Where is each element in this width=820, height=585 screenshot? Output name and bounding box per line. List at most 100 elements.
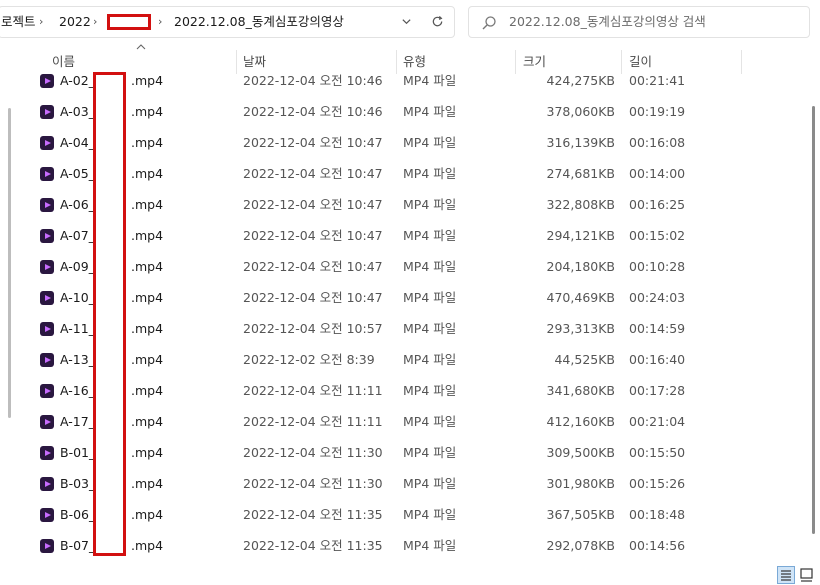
file-size: 301,980KB <box>546 476 615 491</box>
file-date: 2022-12-04 오전 11:30 <box>243 476 383 491</box>
search-box[interactable]: 2022.12.08_동계심포강의영상 검색 <box>468 6 810 38</box>
file-length: 00:14:59 <box>629 321 686 336</box>
file-name-extension: .mp4 <box>131 135 164 150</box>
redacted-file-names <box>93 72 126 556</box>
file-length: 00:15:02 <box>629 228 686 243</box>
file-length: 00:18:48 <box>629 507 686 522</box>
file-length: 00:15:50 <box>629 445 686 460</box>
details-view-button[interactable] <box>777 566 795 584</box>
mp4-video-icon <box>40 105 54 119</box>
file-date: 2022-12-04 오전 10:47 <box>243 135 383 150</box>
file-name-extension: .mp4 <box>131 290 164 305</box>
file-name-extension: .mp4 <box>131 383 164 398</box>
file-type: MP4 파일 <box>403 73 457 88</box>
mp4-video-icon <box>40 353 54 367</box>
breadcrumb-item-2022[interactable]: 2022 <box>59 7 91 37</box>
file-name-extension: .mp4 <box>131 352 164 367</box>
tiles-view-icon <box>800 568 813 582</box>
search-input[interactable]: 2022.12.08_동계심포강의영상 검색 <box>509 7 706 37</box>
file-name-prefix: B-07_ <box>60 538 96 553</box>
file-type: MP4 파일 <box>403 197 457 212</box>
file-type: MP4 파일 <box>403 507 457 522</box>
mp4-video-icon <box>40 167 54 181</box>
breadcrumb-item-current-folder[interactable]: 2022.12.08_동계심포강의영상 <box>174 7 344 37</box>
file-size: 412,160KB <box>546 414 615 429</box>
file-name-extension: .mp4 <box>131 507 164 522</box>
file-date: 2022-12-04 오전 10:57 <box>243 321 383 336</box>
file-date: 2022-12-04 오전 10:47 <box>243 228 383 243</box>
chevron-down-icon[interactable] <box>396 7 416 37</box>
mp4-video-icon <box>40 384 54 398</box>
file-date: 2022-12-04 오전 11:11 <box>243 414 383 429</box>
file-date: 2022-12-04 오전 11:35 <box>243 507 383 522</box>
file-name-extension: .mp4 <box>131 73 164 88</box>
file-size: 316,139KB <box>546 135 615 150</box>
file-name-prefix: A-11_ <box>60 321 95 336</box>
file-type: MP4 파일 <box>403 135 457 150</box>
file-size: 292,078KB <box>546 538 615 553</box>
file-type: MP4 파일 <box>403 383 457 398</box>
file-size: 367,505KB <box>546 507 615 522</box>
mp4-video-icon <box>40 74 54 88</box>
file-name-extension: .mp4 <box>131 538 164 553</box>
breadcrumb-separator-icon[interactable]: › <box>93 7 97 37</box>
file-date: 2022-12-04 오전 10:47 <box>243 259 383 274</box>
scrollbar-thumb[interactable] <box>812 106 815 534</box>
sort-ascending-icon <box>136 42 146 53</box>
file-name-extension: .mp4 <box>131 445 164 460</box>
file-length: 00:15:26 <box>629 476 686 491</box>
file-name-extension: .mp4 <box>131 414 164 429</box>
file-type: MP4 파일 <box>403 259 457 274</box>
file-date: 2022-12-04 오전 10:46 <box>243 104 383 119</box>
file-size: 341,680KB <box>546 383 615 398</box>
file-size: 424,275KB <box>546 73 615 88</box>
file-name-prefix: B-03_ <box>60 476 96 491</box>
file-name-prefix: A-05_ <box>60 166 95 181</box>
mp4-video-icon <box>40 198 54 212</box>
file-name-extension: .mp4 <box>131 259 164 274</box>
file-date: 2022-12-04 오전 11:30 <box>243 445 383 460</box>
mp4-video-icon <box>40 229 54 243</box>
file-type: MP4 파일 <box>403 476 457 491</box>
file-name-prefix: A-16_ <box>60 383 95 398</box>
breadcrumb-separator-icon[interactable]: › <box>39 7 43 37</box>
file-length: 00:19:19 <box>629 104 686 119</box>
file-name-extension: .mp4 <box>131 228 164 243</box>
vertical-scrollbar[interactable] <box>811 48 817 560</box>
file-name-prefix: A-09_ <box>60 259 95 274</box>
file-name-prefix: A-06_ <box>60 197 95 212</box>
file-name-prefix: B-01_ <box>60 445 96 460</box>
file-length: 00:16:40 <box>629 352 686 367</box>
file-name-extension: .mp4 <box>131 104 164 119</box>
mp4-video-icon <box>40 322 54 336</box>
file-name-prefix: A-10_ <box>60 290 95 305</box>
file-type: MP4 파일 <box>403 414 457 429</box>
list-view-icon <box>781 570 791 581</box>
file-type: MP4 파일 <box>403 166 457 181</box>
file-name-prefix: A-02_ <box>60 73 95 88</box>
refresh-icon[interactable] <box>427 7 447 37</box>
file-date: 2022-12-04 오전 11:11 <box>243 383 383 398</box>
file-length: 00:24:03 <box>629 290 686 305</box>
address-bar[interactable]: 로젝트 › 2022 › › 2022.12.08_동계심포강의영상 <box>0 6 455 38</box>
breadcrumb-item-project[interactable]: 로젝트 <box>1 7 36 37</box>
file-name-prefix: A-13_ <box>60 352 95 367</box>
mp4-video-icon <box>40 136 54 150</box>
file-length: 00:21:41 <box>629 73 686 88</box>
file-length: 00:10:28 <box>629 259 686 274</box>
file-type: MP4 파일 <box>403 290 457 305</box>
file-name-extension: .mp4 <box>131 476 164 491</box>
thumbnail-view-button[interactable] <box>798 566 816 584</box>
file-name-prefix: A-07_ <box>60 228 95 243</box>
file-size: 204,180KB <box>546 259 615 274</box>
file-date: 2022-12-04 오전 10:47 <box>243 290 383 305</box>
file-date: 2022-12-04 오전 10:47 <box>243 166 383 181</box>
search-icon <box>482 16 496 30</box>
mp4-video-icon <box>40 446 54 460</box>
file-size: 470,469KB <box>546 290 615 305</box>
file-type: MP4 파일 <box>403 321 457 336</box>
file-size: 44,525KB <box>554 352 615 367</box>
breadcrumb-separator-icon[interactable]: › <box>158 7 162 37</box>
file-length: 00:21:04 <box>629 414 686 429</box>
redacted-breadcrumb <box>107 14 151 30</box>
